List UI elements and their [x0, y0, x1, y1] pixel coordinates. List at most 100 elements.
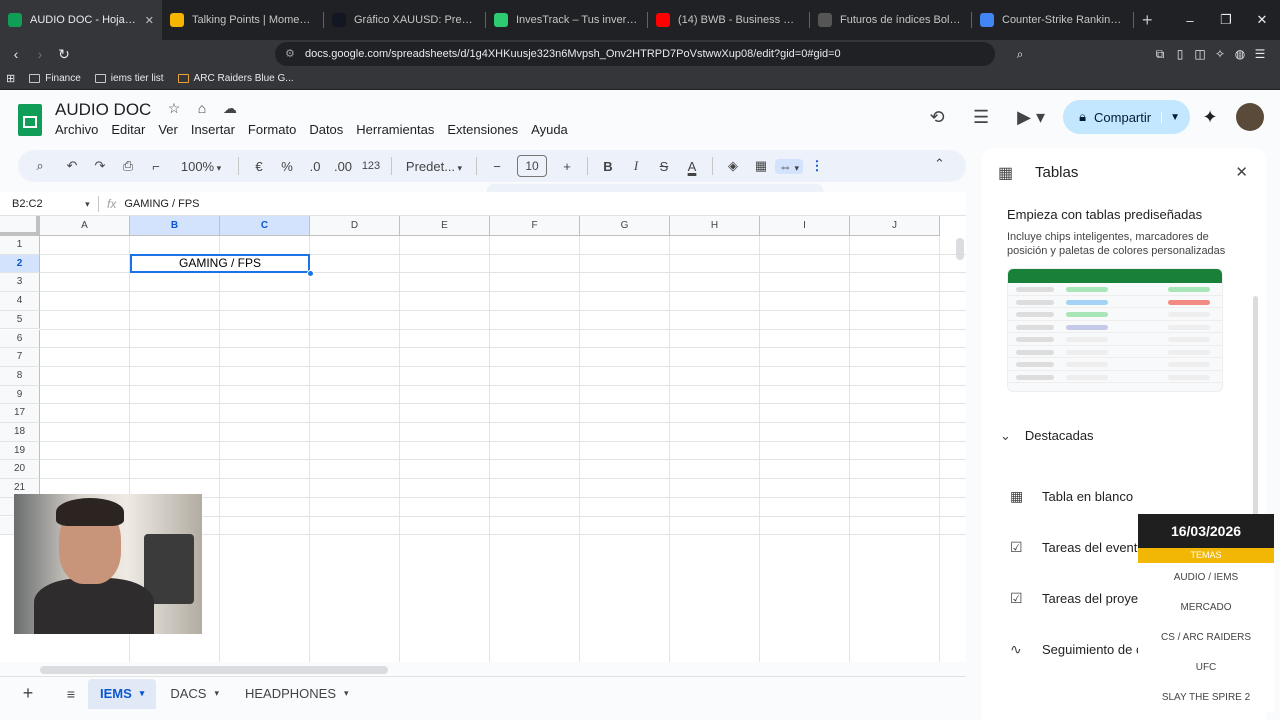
row-header-9[interactable]: 9: [0, 385, 40, 405]
bookmark-iems-tier-list[interactable]: iems tier list: [94, 73, 164, 84]
template-event-tasks[interactable]: ☑ Tareas del evento: [1010, 539, 1145, 556]
leo-icon[interactable]: ✧: [1210, 47, 1230, 61]
column-header-b[interactable]: B: [130, 216, 220, 236]
move-folder-icon[interactable]: ⌂: [188, 100, 216, 117]
horizontal-scrollbar[interactable]: [40, 666, 960, 674]
sheet-tab-iems[interactable]: IEMS: [88, 678, 157, 709]
bookmark-finance[interactable]: Finance: [29, 73, 81, 84]
new-tab-button[interactable]: +: [1142, 10, 1153, 31]
borders-icon[interactable]: ▦: [747, 158, 775, 174]
selected-merged-cell[interactable]: GAMING / FPS: [130, 254, 310, 273]
close-window-button[interactable]: ✕: [1244, 12, 1280, 28]
document-title[interactable]: AUDIO DOC: [55, 100, 151, 120]
zoom-select[interactable]: 100%: [170, 159, 232, 174]
more-options-icon[interactable]: ⋮: [803, 158, 831, 174]
column-header-g[interactable]: G: [580, 216, 670, 236]
row-header-18[interactable]: 18: [0, 423, 40, 442]
increase-decimal-button[interactable]: .00: [329, 159, 357, 174]
maximize-button[interactable]: ❐: [1208, 12, 1244, 28]
number-format-button[interactable]: 123: [357, 160, 385, 172]
browser-tab[interactable]: Gráfico XAUUSD: Precio spot del oro: [324, 0, 486, 40]
paint-format-icon[interactable]: ⌐: [142, 159, 170, 174]
avatar[interactable]: [1236, 103, 1264, 131]
wallet-icon[interactable]: ◫: [1190, 47, 1210, 61]
font-size-input[interactable]: 10: [517, 155, 547, 177]
menu-extensiones[interactable]: Extensiones: [447, 122, 518, 137]
vpn-icon[interactable]: ◍: [1230, 47, 1250, 61]
extensions-icon[interactable]: ⧉: [1150, 47, 1170, 62]
menu-ayuda[interactable]: Ayuda: [531, 122, 568, 137]
browser-tab[interactable]: Talking Points | Momentum – overlay: [162, 0, 324, 40]
column-header-c[interactable]: C: [220, 216, 310, 236]
apps-icon[interactable]: ⊞: [6, 72, 15, 85]
row-header-4[interactable]: 4: [0, 292, 40, 311]
menu-datos[interactable]: Datos: [309, 122, 343, 137]
decrease-decimal-button[interactable]: .0: [301, 159, 329, 174]
add-sheet-icon[interactable]: +: [2, 683, 54, 704]
table-template-preview[interactable]: [1007, 268, 1223, 392]
row-header-7[interactable]: 7: [0, 348, 40, 367]
column-header-i[interactable]: I: [760, 216, 850, 236]
font-select[interactable]: Predet...: [398, 159, 470, 174]
redo-icon[interactable]: ↷: [86, 158, 114, 174]
browser-tab[interactable]: AUDIO DOC - Hojas de cálculo de Google ✕: [0, 0, 162, 40]
column-header-h[interactable]: H: [670, 216, 760, 236]
column-header-j[interactable]: J: [850, 216, 940, 236]
undo-icon[interactable]: ↶: [58, 158, 86, 174]
meet-icon[interactable]: ▶ ▾: [1003, 107, 1059, 128]
text-color-button[interactable]: A: [678, 159, 706, 174]
bold-button[interactable]: B: [594, 159, 622, 174]
currency-format-button[interactable]: €: [245, 159, 273, 174]
column-header-d[interactable]: D: [310, 216, 400, 236]
merge-cells-icon[interactable]: ⇔: [775, 158, 803, 174]
menu-archivo[interactable]: Archivo: [55, 122, 98, 137]
reload-icon[interactable]: ↻: [52, 46, 76, 63]
row-header-3[interactable]: 3: [0, 273, 40, 293]
browser-tab[interactable]: Futuros de índices Bolsa - Investing.com: [810, 0, 972, 40]
bookmark-arc-raiders[interactable]: ARC Raiders Blue G...: [177, 73, 294, 84]
back-icon[interactable]: ‹: [4, 46, 28, 62]
version-history-icon[interactable]: ⟲: [915, 107, 959, 128]
row-header-8[interactable]: 8: [0, 366, 40, 386]
featured-section-toggle[interactable]: ⌄ Destacadas: [1000, 428, 1094, 444]
close-icon[interactable]: ✕: [1235, 163, 1248, 181]
column-header-a[interactable]: A: [40, 216, 130, 236]
row-header-5[interactable]: 5: [0, 310, 40, 330]
template-project-tasks[interactable]: ☑ Tareas del proyecto: [1010, 590, 1155, 607]
share-dropdown-icon[interactable]: ▼: [1161, 111, 1180, 123]
row-header-6[interactable]: 6: [0, 329, 40, 349]
formula-input[interactable]: GAMING / FPS: [124, 198, 199, 210]
browser-tab[interactable]: InvesTrack – Tus inversiones, tu control: [486, 0, 648, 40]
comments-icon[interactable]: ☰: [959, 107, 1003, 128]
row-header-20[interactable]: 20: [0, 460, 40, 480]
browser-tab[interactable]: (14) BWB - Business With Brian - YouTube: [648, 0, 810, 40]
template-tracking[interactable]: ∿ Seguimiento de c: [1010, 641, 1142, 658]
panel-scrollbar[interactable]: [1253, 296, 1258, 516]
minimize-button[interactable]: –: [1172, 13, 1208, 28]
sheets-logo-icon[interactable]: [18, 104, 42, 136]
gemini-icon[interactable]: ✦: [1190, 107, 1230, 128]
menu-icon[interactable]: ☰: [1250, 47, 1270, 61]
strikethrough-button[interactable]: S: [650, 159, 678, 174]
column-header-e[interactable]: E: [400, 216, 490, 236]
star-icon[interactable]: ☆: [160, 100, 188, 117]
column-header-f[interactable]: F: [490, 216, 580, 236]
url-field[interactable]: ⚙ docs.google.com/spreadsheets/d/1g4XHKu…: [275, 42, 995, 66]
sidebar-icon[interactable]: ▯: [1170, 47, 1190, 61]
row-header-19[interactable]: 19: [0, 441, 40, 461]
zoom-icon[interactable]: ⌕: [1010, 47, 1030, 62]
print-icon[interactable]: ⎙: [114, 158, 142, 174]
fill-color-icon[interactable]: ◈: [719, 158, 747, 174]
sheet-tab-dacs[interactable]: DACS: [158, 679, 231, 709]
vertical-scrollbar[interactable]: [956, 238, 964, 260]
name-box[interactable]: B2:C2: [0, 198, 90, 210]
cloud-status-icon[interactable]: ☁: [216, 100, 244, 117]
increase-font-size-icon[interactable]: +: [553, 159, 581, 174]
row-header-17[interactable]: 17: [0, 404, 40, 423]
scroll-thumb[interactable]: [40, 666, 388, 674]
collapse-menus-icon[interactable]: ⌃: [934, 156, 945, 172]
select-all-corner[interactable]: [0, 216, 40, 236]
share-button[interactable]: 🔒︎ Compartir ▼: [1063, 100, 1190, 134]
row-header-1[interactable]: 1: [0, 236, 40, 255]
search-menus-icon[interactable]: ⌕: [26, 158, 54, 174]
